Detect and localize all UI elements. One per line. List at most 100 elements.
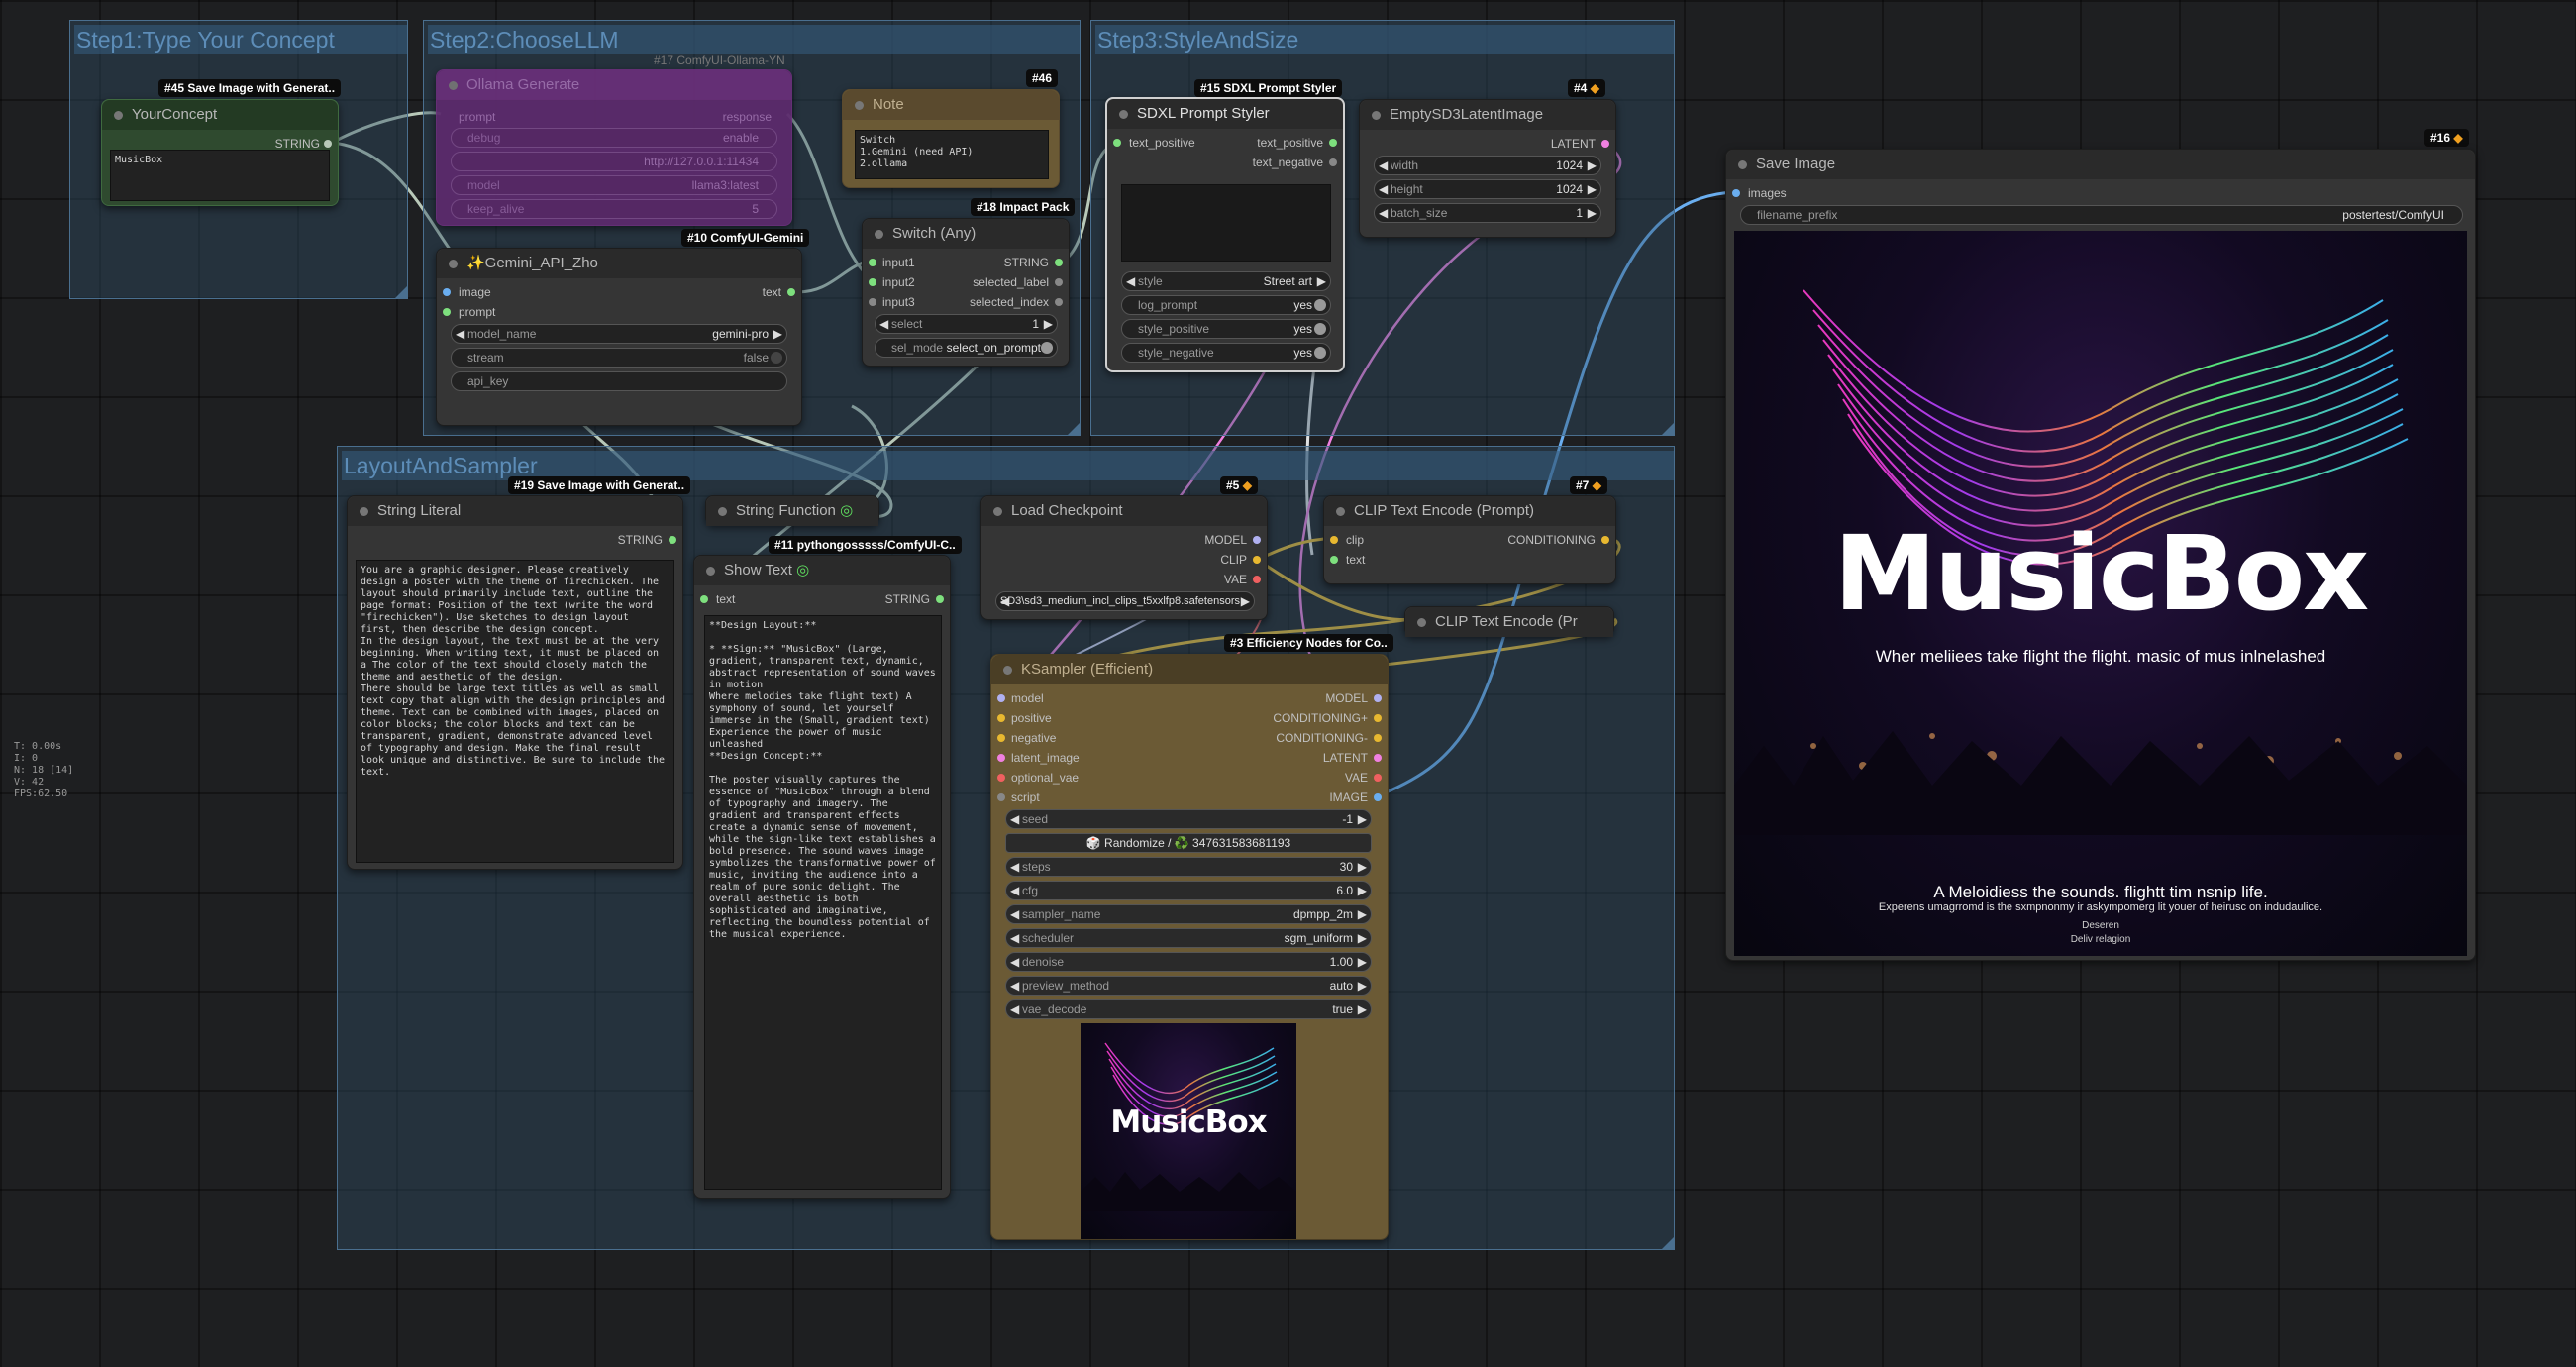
input-slot[interactable]: [997, 714, 1005, 722]
resize-handle[interactable]: [1068, 423, 1080, 435]
style-positive-widget[interactable]: style_positive yes: [1121, 319, 1331, 339]
output-slot[interactable]: [936, 595, 944, 603]
arrow-right-icon[interactable]: ▶: [1588, 157, 1597, 174]
sel-mode-widget[interactable]: sel_mode select_on_prompt: [875, 338, 1058, 358]
arrow-left-icon[interactable]: ◀: [1010, 810, 1019, 828]
vae-decode-widget[interactable]: ◀ vae_decode true ▶: [1005, 999, 1372, 1019]
output-slot[interactable]: [1329, 158, 1337, 166]
output-slot[interactable]: [1055, 278, 1063, 286]
input-slot[interactable]: [997, 774, 1005, 782]
arrow-right-icon[interactable]: ▶: [1358, 858, 1367, 876]
output-slot[interactable]: [1374, 774, 1382, 782]
node-string-function[interactable]: String Function ◎: [705, 495, 879, 526]
toggle-icon[interactable]: [1041, 342, 1053, 354]
node-title[interactable]: SDXL Prompt Styler: [1107, 99, 1343, 129]
node-title[interactable]: CLIP Text Encode (Pr: [1405, 607, 1613, 637]
output-slot[interactable]: [1374, 734, 1382, 742]
height-widget[interactable]: ◀ height 1024 ▶: [1374, 179, 1601, 199]
arrow-right-icon[interactable]: ▶: [1358, 1000, 1367, 1018]
style-widget[interactable]: ◀ style Street art ▶: [1121, 271, 1331, 291]
node-title[interactable]: KSampler (Efficient): [991, 655, 1388, 684]
output-slot[interactable]: [1601, 140, 1609, 148]
resize-handle[interactable]: [1662, 1237, 1674, 1249]
input-slot[interactable]: [1113, 139, 1121, 147]
input-slot[interactable]: [869, 298, 876, 306]
concept-textarea[interactable]: MusicBox: [110, 150, 330, 201]
node-title[interactable]: Save Image: [1726, 150, 2475, 179]
arrow-left-icon[interactable]: ◀: [1010, 1000, 1019, 1018]
output-slot[interactable]: [1374, 714, 1382, 722]
arrow-left-icon[interactable]: ◀: [1010, 905, 1019, 923]
arrow-right-icon[interactable]: ▶: [1241, 592, 1250, 610]
input-slot[interactable]: [997, 734, 1005, 742]
node-title[interactable]: EmptySD3LatentImage: [1360, 100, 1615, 130]
node-clip-text-encode-2[interactable]: CLIP Text Encode (Pr: [1404, 606, 1614, 637]
arrow-left-icon[interactable]: ◀: [1126, 272, 1135, 290]
node-title[interactable]: Ollama Generate: [437, 70, 791, 100]
arrow-right-icon[interactable]: ▶: [1358, 953, 1367, 971]
batch-size-widget[interactable]: ◀ batch_size 1 ▶: [1374, 203, 1601, 223]
keep-alive-widget[interactable]: keep_alive 5: [451, 199, 777, 219]
output-slot[interactable]: [324, 140, 332, 148]
input-slot[interactable]: [443, 308, 451, 316]
arrow-right-icon[interactable]: ▶: [1358, 929, 1367, 947]
log-prompt-widget[interactable]: log_prompt yes: [1121, 295, 1331, 315]
scheduler-widget[interactable]: ◀ scheduler sgm_uniform ▶: [1005, 928, 1372, 948]
arrow-left-icon[interactable]: ◀: [879, 315, 888, 333]
arrow-left-icon[interactable]: ◀: [1010, 929, 1019, 947]
input-slot[interactable]: [997, 694, 1005, 702]
output-slot[interactable]: [787, 288, 795, 296]
node-clip-text-encode[interactable]: CLIP Text Encode (Prompt) clip text COND…: [1323, 495, 1616, 584]
arrow-right-icon[interactable]: ▶: [1358, 810, 1367, 828]
node-title[interactable]: String Literal: [348, 496, 682, 526]
input-slot[interactable]: [1330, 556, 1338, 564]
input-slot[interactable]: [997, 754, 1005, 762]
node-title[interactable]: String Function ◎: [706, 496, 878, 526]
node-string-literal[interactable]: String Literal STRING You are a graphic …: [347, 495, 683, 870]
select-widget[interactable]: ◀ select 1 ▶: [875, 314, 1058, 334]
output-slot[interactable]: [1374, 754, 1382, 762]
resize-handle[interactable]: [395, 286, 407, 298]
output-slot[interactable]: [1374, 694, 1382, 702]
input-slot[interactable]: [1330, 536, 1338, 544]
node-ollama-generate[interactable]: Ollama Generate prompt response debug en…: [436, 69, 792, 226]
width-widget[interactable]: ◀ width 1024 ▶: [1374, 156, 1601, 175]
sampler-name-widget[interactable]: ◀ sampler_name dpmpp_2m ▶: [1005, 904, 1372, 924]
arrow-left-icon[interactable]: ◀: [1010, 858, 1019, 876]
steps-widget[interactable]: ◀ steps 30 ▶: [1005, 857, 1372, 877]
output-slot[interactable]: [1055, 298, 1063, 306]
arrow-left-icon[interactable]: ◀: [1010, 953, 1019, 971]
node-load-checkpoint[interactable]: Load Checkpoint MODEL CLIP VAE ◀ SD3\sd3…: [980, 495, 1268, 620]
arrow-left-icon[interactable]: ◀: [1010, 977, 1019, 995]
node-note[interactable]: Note Switch 1.Gemini (need API) 2.ollama: [842, 89, 1060, 188]
output-slot[interactable]: [669, 536, 676, 544]
toggle-icon[interactable]: [1314, 299, 1326, 311]
model-widget[interactable]: model llama3:latest: [451, 175, 777, 195]
output-slot[interactable]: [1374, 793, 1382, 801]
node-title[interactable]: Show Text ◎: [694, 556, 950, 585]
api-key-widget[interactable]: api_key: [451, 371, 787, 391]
node-your-concept[interactable]: YourConcept STRING MusicBox: [101, 99, 339, 206]
toggle-icon[interactable]: [771, 352, 782, 364]
preview-method-widget[interactable]: ◀ preview_method auto ▶: [1005, 976, 1372, 996]
node-ksampler-efficient[interactable]: KSampler (Efficient) model positive nega…: [990, 654, 1389, 1240]
arrow-right-icon[interactable]: ▶: [1588, 180, 1597, 198]
resize-handle[interactable]: [1662, 423, 1674, 435]
model-name-widget[interactable]: ◀ model_name gemini-pro ▶: [451, 324, 787, 344]
node-sdxl-prompt-styler[interactable]: SDXL Prompt Styler text_positive text_po…: [1105, 97, 1345, 372]
seed-widget[interactable]: ◀ seed -1 ▶: [1005, 809, 1372, 829]
filename-prefix-widget[interactable]: filename_prefix postertest/ComfyUI: [1740, 205, 2463, 225]
arrow-right-icon[interactable]: ▶: [1588, 204, 1597, 222]
stream-widget[interactable]: stream false: [451, 348, 787, 368]
show-text-textarea[interactable]: **Design Layout:** * **Sign:** "MusicBox…: [704, 615, 942, 1190]
node-save-image[interactable]: Save Image images filename_prefix poster…: [1725, 149, 2476, 961]
node-gemini-api[interactable]: ✨Gemini_API_Zho image prompt text ◀ mode…: [436, 248, 802, 426]
debug-widget[interactable]: debug enable: [451, 128, 777, 148]
input-slot[interactable]: [869, 259, 876, 266]
input-slot[interactable]: [443, 288, 451, 296]
arrow-left-icon[interactable]: ◀: [1379, 157, 1388, 174]
input-slot[interactable]: [700, 595, 708, 603]
node-title[interactable]: ✨Gemini_API_Zho: [437, 249, 801, 278]
input-slot[interactable]: [1732, 189, 1740, 197]
toggle-icon[interactable]: [1314, 323, 1326, 335]
